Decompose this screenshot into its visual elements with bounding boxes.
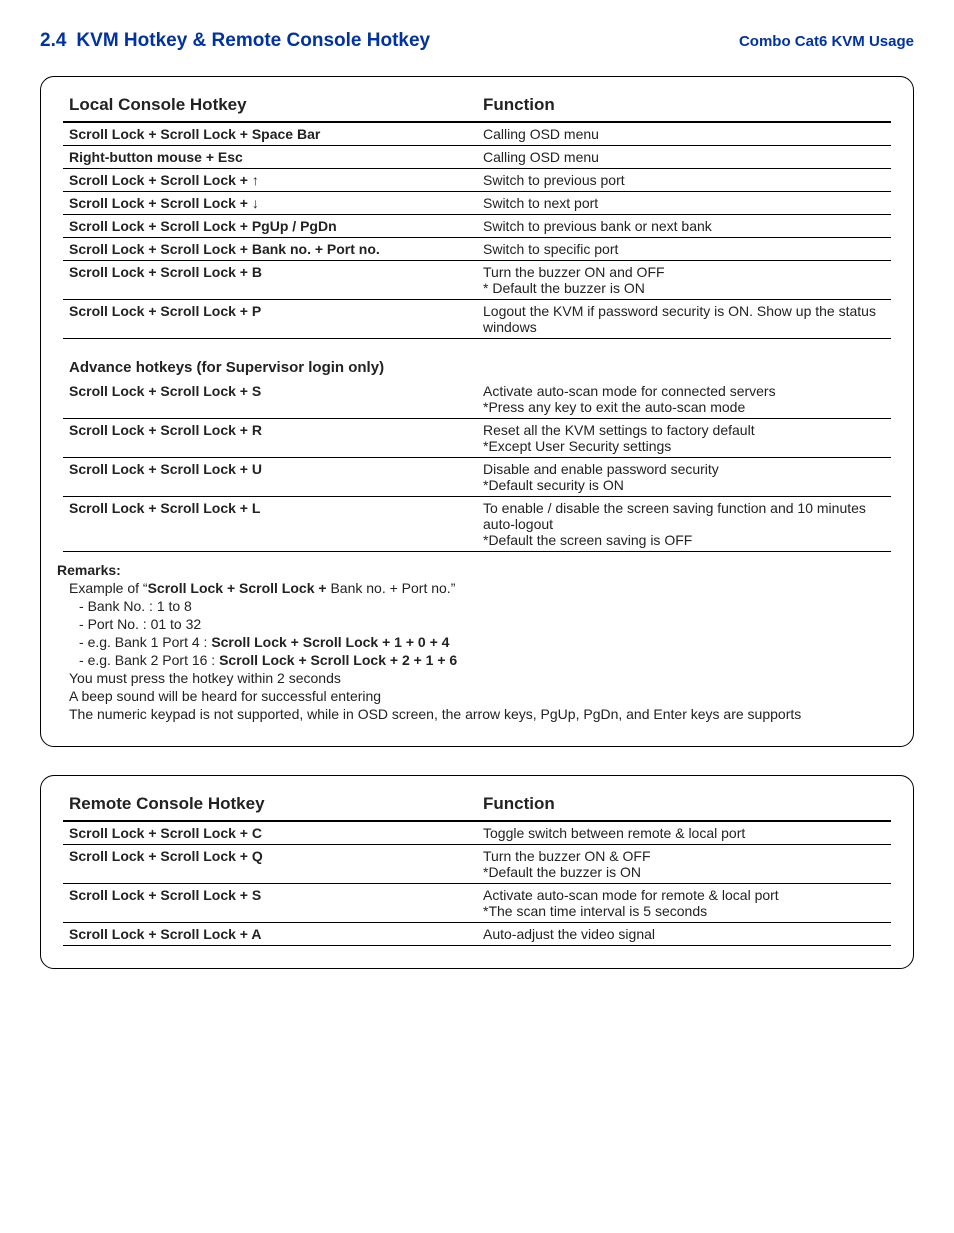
table-row: Scroll Lock + Scroll Lock + PgUp / PgDnS… [63, 215, 891, 238]
local-hotkey: Scroll Lock + Scroll Lock + Bank no. + P… [63, 238, 477, 261]
remote-hotkey: Scroll Lock + Scroll Lock + S [63, 884, 477, 923]
remote-hotkey-table: Remote Console Hotkey Function Scroll Lo… [63, 790, 891, 946]
advance-hotkey: Scroll Lock + Scroll Lock + S [63, 380, 477, 419]
local-hotkey-table: Local Console Hotkey Function Scroll Loc… [63, 91, 891, 339]
local-function: Logout the KVM if password security is O… [477, 300, 891, 339]
table-row: Scroll Lock + Scroll Lock + SActivate au… [63, 884, 891, 923]
remote-hotkey: Scroll Lock + Scroll Lock + C [63, 821, 477, 845]
remarks-keypad: The numeric keypad is not supported, whi… [69, 706, 891, 722]
table-row: Scroll Lock + Scroll Lock + LTo enable /… [63, 497, 891, 552]
remarks-within: You must press the hotkey within 2 secon… [69, 670, 891, 686]
advance-function: To enable / disable the screen saving fu… [477, 497, 891, 552]
remote-function: Turn the buzzer ON & OFF *Default the bu… [477, 845, 891, 884]
table-row: Scroll Lock + Scroll Lock + ↑Switch to p… [63, 169, 891, 192]
local-hotkey: Scroll Lock + Scroll Lock + PgUp / PgDn [63, 215, 477, 238]
remarks-eg2: - e.g. Bank 2 Port 16 : Scroll Lock + Sc… [91, 652, 891, 668]
local-function: Switch to previous bank or next bank [477, 215, 891, 238]
remote-hotkey: Scroll Lock + Scroll Lock + A [63, 923, 477, 946]
table-row: Scroll Lock + Scroll Lock + QTurn the bu… [63, 845, 891, 884]
advance-hotkeys-title: Advance hotkeys (for Supervisor login on… [69, 359, 885, 376]
local-function: Switch to specific port [477, 238, 891, 261]
table-row: Scroll Lock + Scroll Lock + BTurn the bu… [63, 261, 891, 300]
remote-hotkey-box: Remote Console Hotkey Function Scroll Lo… [40, 775, 914, 969]
section-number: 2.4 [40, 30, 66, 52]
table-row: Scroll Lock + Scroll Lock + Bank no. + P… [63, 238, 891, 261]
advance-function: Reset all the KVM settings to factory de… [477, 419, 891, 458]
local-hotkey-box: Local Console Hotkey Function Scroll Loc… [40, 76, 914, 747]
local-function: Turn the buzzer ON and OFF * Default the… [477, 261, 891, 300]
table-row: Scroll Lock + Scroll Lock + SActivate au… [63, 380, 891, 419]
local-hotkey: Scroll Lock + Scroll Lock + ↑ [63, 169, 477, 192]
local-hotkey: Scroll Lock + Scroll Lock + P [63, 300, 477, 339]
table-row: Scroll Lock + Scroll Lock + AAuto-adjust… [63, 923, 891, 946]
local-hotkey: Scroll Lock + Scroll Lock + ↓ [63, 192, 477, 215]
local-function: Calling OSD menu [477, 146, 891, 169]
advance-function: Disable and enable password security *De… [477, 458, 891, 497]
remarks-beep: A beep sound will be heard for successfu… [69, 688, 891, 704]
remarks-port: - Port No. : 01 to 32 [91, 616, 891, 632]
remarks-example: Example of “Scroll Lock + Scroll Lock + … [69, 580, 891, 596]
remarks-block: Remarks: Example of “Scroll Lock + Scrol… [63, 562, 891, 722]
table-row: Right-button mouse + EscCalling OSD menu [63, 146, 891, 169]
advance-function: Activate auto-scan mode for connected se… [477, 380, 891, 419]
remarks-title: Remarks: [57, 562, 891, 578]
advance-hotkey: Scroll Lock + Scroll Lock + L [63, 497, 477, 552]
table-row: Scroll Lock + Scroll Lock + CToggle swit… [63, 821, 891, 845]
local-function: Calling OSD menu [477, 122, 891, 146]
advance-hotkey: Scroll Lock + Scroll Lock + U [63, 458, 477, 497]
local-col2-header: Function [477, 91, 891, 122]
local-function: Switch to next port [477, 192, 891, 215]
local-col1-header: Local Console Hotkey [63, 91, 477, 122]
remote-function: Auto-adjust the video signal [477, 923, 891, 946]
local-hotkey: Scroll Lock + Scroll Lock + B [63, 261, 477, 300]
table-row: Scroll Lock + Scroll Lock + PLogout the … [63, 300, 891, 339]
remote-hotkey: Scroll Lock + Scroll Lock + Q [63, 845, 477, 884]
table-row: Scroll Lock + Scroll Lock + Space BarCal… [63, 122, 891, 146]
page-header: 2.4 KVM Hotkey & Remote Console Hotkey C… [40, 30, 914, 52]
usage-label: Combo Cat6 KVM Usage [739, 33, 914, 50]
remote-col2-header: Function [477, 790, 891, 821]
advance-hotkey: Scroll Lock + Scroll Lock + R [63, 419, 477, 458]
local-hotkey: Right-button mouse + Esc [63, 146, 477, 169]
remarks-eg1: - e.g. Bank 1 Port 4 : Scroll Lock + Scr… [91, 634, 891, 650]
remote-function: Activate auto-scan mode for remote & loc… [477, 884, 891, 923]
table-row: Scroll Lock + Scroll Lock + RReset all t… [63, 419, 891, 458]
table-row: Scroll Lock + Scroll Lock + ↓Switch to n… [63, 192, 891, 215]
remote-function: Toggle switch between remote & local por… [477, 821, 891, 845]
local-hotkey: Scroll Lock + Scroll Lock + Space Bar [63, 122, 477, 146]
remote-col1-header: Remote Console Hotkey [63, 790, 477, 821]
remarks-bank: - Bank No. : 1 to 8 [91, 598, 891, 614]
advance-hotkey-table: Scroll Lock + Scroll Lock + SActivate au… [63, 380, 891, 552]
table-row: Scroll Lock + Scroll Lock + UDisable and… [63, 458, 891, 497]
section-title: KVM Hotkey & Remote Console Hotkey [76, 30, 739, 52]
local-function: Switch to previous port [477, 169, 891, 192]
